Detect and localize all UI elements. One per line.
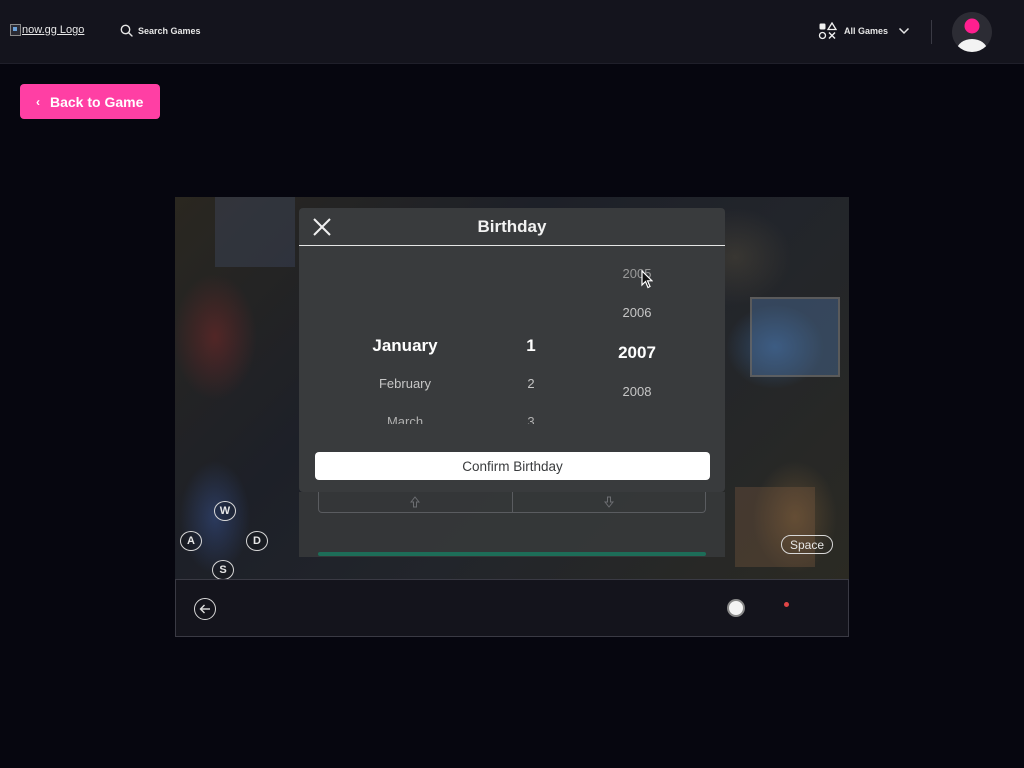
underlay-button-row xyxy=(318,492,706,513)
year-option[interactable]: 2008 xyxy=(597,384,677,399)
key-a-hint[interactable]: A xyxy=(180,531,202,551)
back-to-game-label: Back to Game xyxy=(50,93,144,110)
underlay-up-button xyxy=(319,492,512,512)
arrow-down-icon xyxy=(603,496,614,508)
chevron-down-icon xyxy=(899,27,910,35)
day-option[interactable]: 2 xyxy=(491,376,571,391)
game-scenery xyxy=(215,197,295,267)
chevron-left-icon: ‹ xyxy=(36,94,40,109)
search-icon xyxy=(120,24,133,37)
dialog-title: Birthday xyxy=(477,217,547,236)
key-space-hint[interactable]: Space xyxy=(781,535,833,554)
record-dot-icon xyxy=(784,602,789,607)
underlay-green-bar xyxy=(318,552,706,556)
user-avatar-icon xyxy=(952,12,992,52)
all-games-label: All Games xyxy=(844,26,889,36)
birthday-dialog: Birthday January February March 1 2 3 20… xyxy=(299,208,725,492)
stream-back-button[interactable] xyxy=(194,598,216,620)
all-games-dropdown[interactable]: All Games xyxy=(818,22,910,40)
game-scenery xyxy=(750,297,840,377)
month-picker[interactable]: January February March xyxy=(345,246,465,424)
nav-divider xyxy=(931,20,932,44)
dialog-header: Birthday xyxy=(299,208,725,246)
game-scenery xyxy=(735,487,815,567)
year-option[interactable]: 2005 xyxy=(597,266,677,281)
year-option-selected[interactable]: 2007 xyxy=(597,343,677,363)
dialog-underlay xyxy=(299,492,725,557)
back-to-game-button[interactable]: ‹ Back to Game xyxy=(20,84,160,119)
key-s-hint[interactable]: S xyxy=(212,560,234,580)
year-option[interactable]: 2006 xyxy=(597,305,677,320)
close-icon[interactable] xyxy=(312,217,332,237)
key-w-hint[interactable]: W xyxy=(214,501,236,521)
now-gg-logo[interactable]: now.gg Logo xyxy=(10,24,84,36)
month-option[interactable]: February xyxy=(345,376,465,391)
search-games-label: Search Games xyxy=(138,25,201,36)
underlay-down-button xyxy=(511,492,706,512)
day-picker[interactable]: 1 2 3 xyxy=(491,246,571,424)
back-arrow-icon xyxy=(199,604,210,614)
day-option-selected[interactable]: 1 xyxy=(491,336,571,356)
month-option[interactable]: March xyxy=(345,414,465,424)
user-avatar[interactable] xyxy=(952,12,992,52)
year-picker[interactable]: 2005 2006 2007 2008 xyxy=(597,246,677,424)
key-d-hint[interactable]: D xyxy=(246,531,268,551)
mouse-cursor-icon xyxy=(641,270,653,289)
confirm-birthday-button[interactable]: Confirm Birthday xyxy=(315,452,710,480)
logo-alt-text: now.gg Logo xyxy=(22,24,85,36)
home-circle-button[interactable] xyxy=(727,599,745,617)
search-games-button[interactable]: Search Games xyxy=(120,24,201,37)
all-games-icon xyxy=(818,22,838,40)
stream-control-bar xyxy=(175,579,849,637)
arrow-up-icon xyxy=(410,496,421,508)
broken-image-icon xyxy=(10,24,21,36)
top-navbar: now.gg Logo Search Games All Games xyxy=(0,0,1024,64)
month-option-selected[interactable]: January xyxy=(345,336,465,356)
day-option[interactable]: 3 xyxy=(491,414,571,424)
